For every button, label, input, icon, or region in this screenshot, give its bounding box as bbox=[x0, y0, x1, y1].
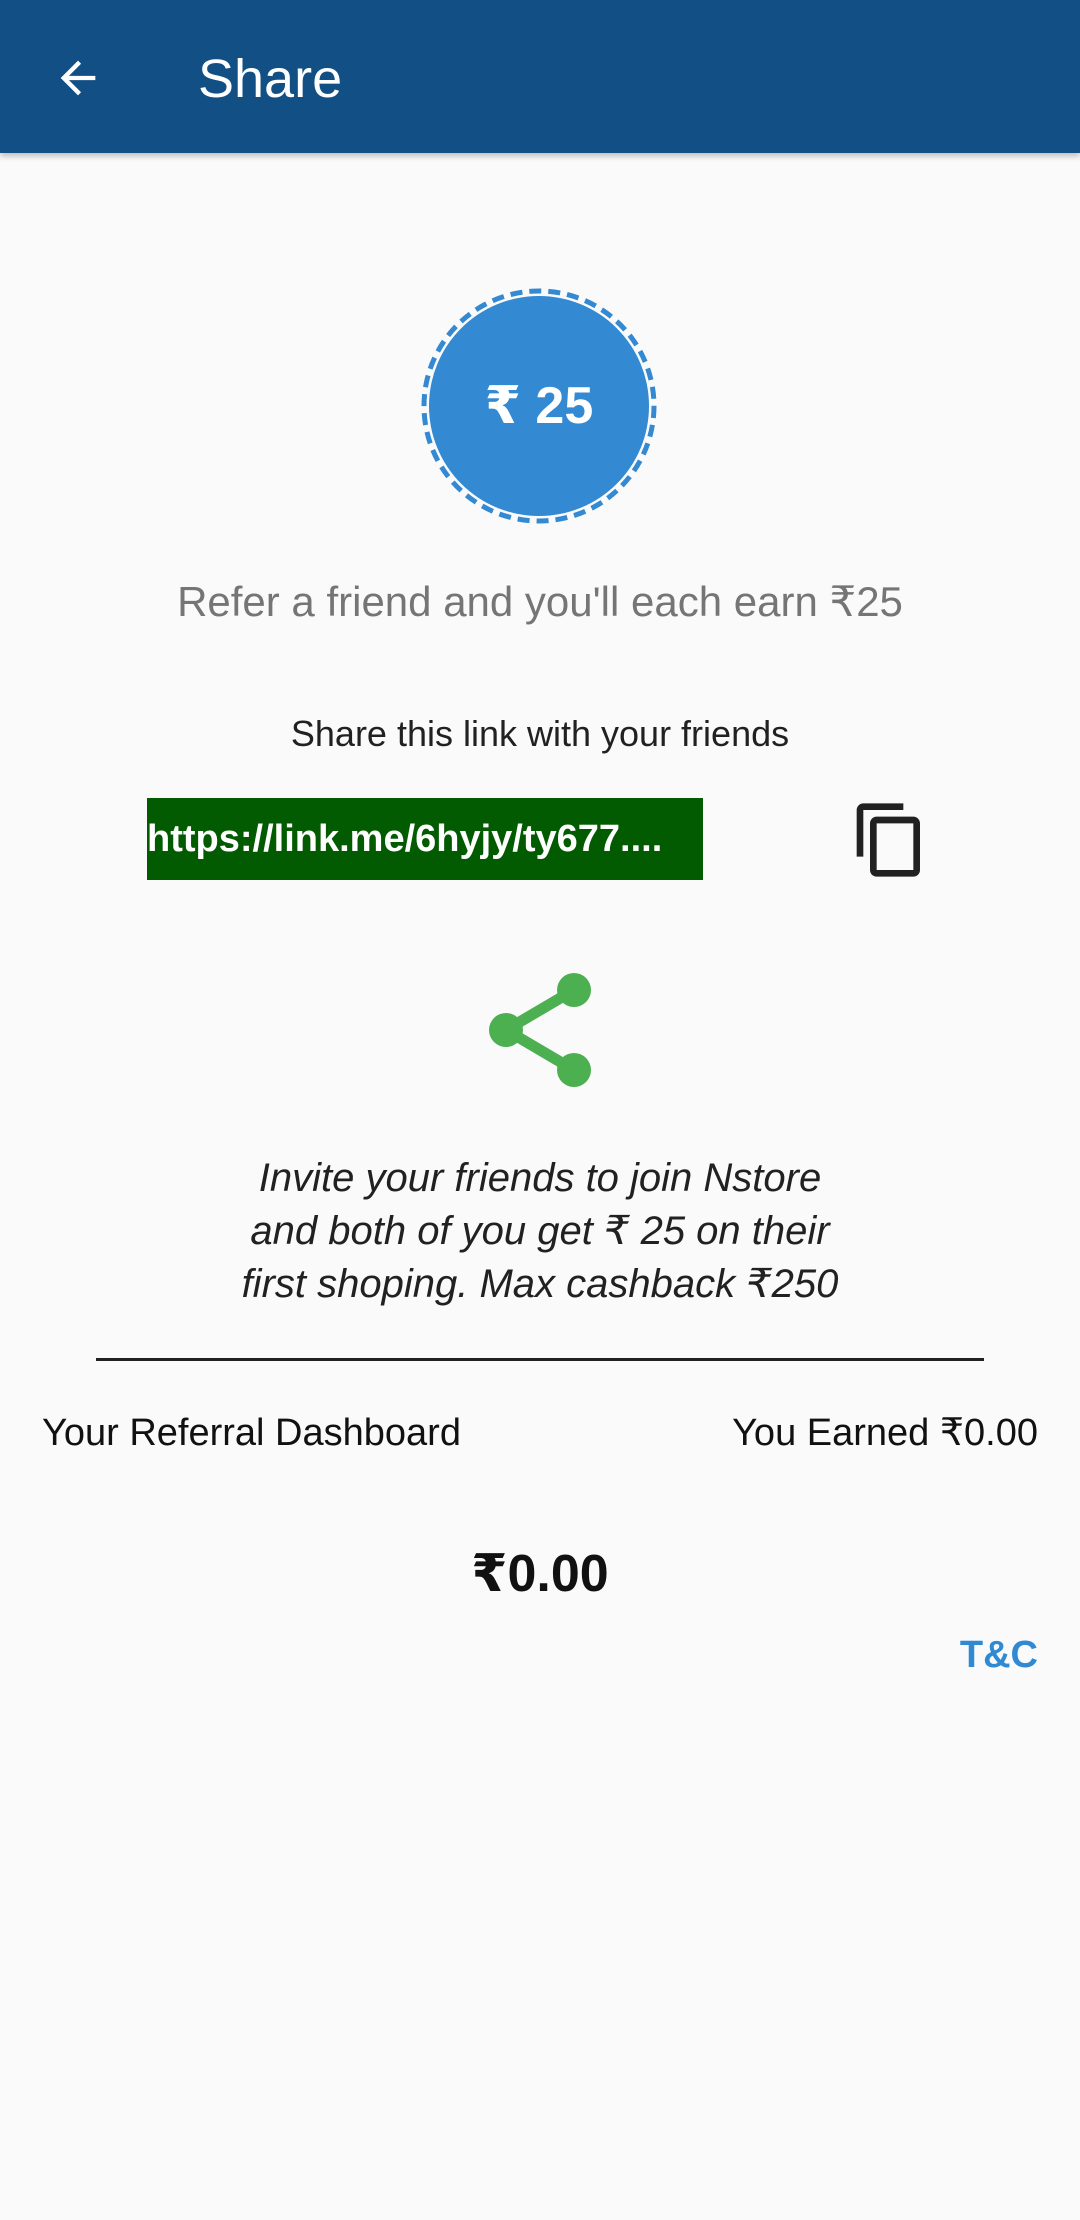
reward-amount: ₹ 25 bbox=[429, 296, 649, 516]
copy-button[interactable] bbox=[845, 793, 935, 887]
reward-badge: ₹ 25 bbox=[421, 288, 657, 524]
invite-line: Invite your friends to join Nstore bbox=[258, 1156, 822, 1200]
terms-link[interactable]: T&C bbox=[960, 1630, 1038, 1680]
invite-message: Invite your friends to join Nstore and b… bbox=[150, 1152, 930, 1311]
app-bar: Share bbox=[0, 0, 1080, 153]
earned-amount: ₹0.00 bbox=[471, 1545, 609, 1603]
share-button[interactable] bbox=[478, 962, 604, 1092]
invite-line: first shoping. Max cashback ₹250 bbox=[241, 1262, 839, 1306]
copy-icon bbox=[856, 803, 920, 877]
earned-summary: You Earned ₹0.00 bbox=[732, 1412, 1038, 1454]
divider bbox=[96, 1358, 984, 1361]
referral-dashboard-label: Your Referral Dashboard bbox=[42, 1412, 461, 1454]
share-link-label: Share this link with your friends bbox=[290, 713, 790, 754]
share-icon bbox=[489, 973, 591, 1087]
page-title: Share bbox=[198, 49, 343, 109]
invite-line: and both of you get ₹ 25 on their bbox=[250, 1209, 830, 1253]
referral-link[interactable]: https://link.me/6hyjy/ty677.... bbox=[147, 798, 703, 880]
arrow-left-icon bbox=[60, 60, 96, 96]
refer-description: Refer a friend and you'll each earn ₹25 bbox=[177, 578, 903, 625]
back-button[interactable] bbox=[40, 40, 116, 116]
